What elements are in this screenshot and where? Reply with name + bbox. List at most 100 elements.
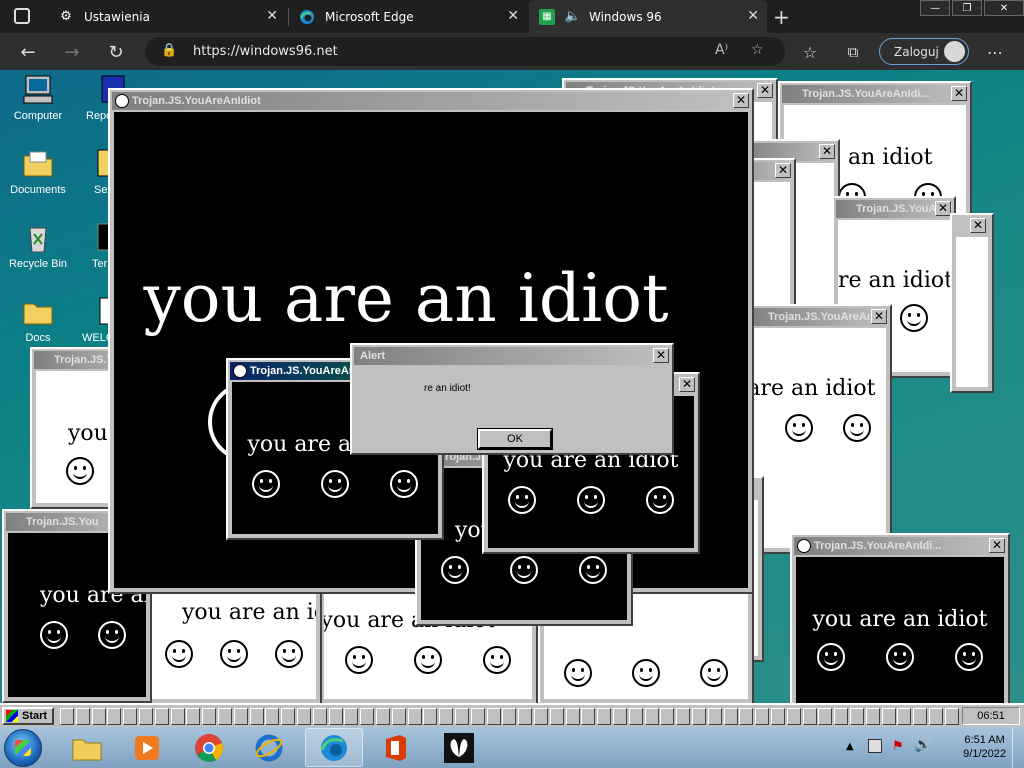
- popup-window[interactable]: ✕: [950, 213, 994, 393]
- close-button[interactable]: ✕: [970, 218, 986, 233]
- taskbar-window-button[interactable]: [739, 708, 754, 725]
- taskbar-window-button[interactable]: [154, 708, 169, 725]
- volume-icon[interactable]: 🔊: [914, 737, 931, 753]
- taskbar-edge[interactable]: [305, 728, 363, 767]
- taskbar-window-button[interactable]: [107, 708, 122, 725]
- taskbar-window-button[interactable]: [486, 708, 501, 725]
- taskbar-window-button[interactable]: [676, 708, 691, 725]
- taskbar-window-button[interactable]: [723, 708, 738, 725]
- taskbar-window-button[interactable]: [439, 708, 454, 725]
- taskbar-window-button[interactable]: [423, 708, 438, 725]
- taskbar-window-button[interactable]: [850, 708, 864, 725]
- speaker-icon[interactable]: 🔈: [565, 9, 581, 25]
- desktop-icon-docs[interactable]: Docs: [2, 296, 74, 344]
- close-icon[interactable]: ✕: [507, 8, 519, 24]
- taskbar-window-button[interactable]: [91, 708, 106, 725]
- popup-window[interactable]: Trojan.JS.YouAreAnIdi... ✕ you are an id…: [744, 304, 892, 554]
- taskbar-media-player[interactable]: [118, 728, 176, 767]
- network-icon[interactable]: [868, 739, 882, 753]
- minimize-button[interactable]: —: [920, 0, 950, 16]
- taskbar-window-button[interactable]: [755, 708, 770, 725]
- taskbar-window-button[interactable]: [233, 708, 248, 725]
- close-button[interactable]: ✕: [733, 93, 749, 108]
- taskbar-window-button[interactable]: [312, 708, 327, 725]
- taskbar-window-button[interactable]: [249, 708, 264, 725]
- signin-button[interactable]: Zaloguj: [879, 38, 969, 65]
- tab-actions-icon[interactable]: [14, 8, 30, 24]
- taskbar-window-button[interactable]: [139, 708, 153, 725]
- refresh-button[interactable]: ↻: [104, 40, 128, 64]
- alert-dialog[interactable]: Alert ✕ re an idiot! OK: [350, 343, 674, 455]
- tab-ustawienia[interactable]: ⚙ Ustawienia ✕: [48, 0, 286, 33]
- taskbar-window-button[interactable]: [265, 708, 280, 725]
- close-button[interactable]: ✕: [951, 86, 967, 101]
- close-icon[interactable]: ✕: [747, 8, 759, 24]
- taskbar-window-button[interactable]: [281, 708, 296, 725]
- taskbar-window-button[interactable]: [186, 708, 201, 725]
- taskbar-window-button[interactable]: [218, 708, 232, 725]
- taskbar-window-button[interactable]: [660, 708, 675, 725]
- taskbar-window-button[interactable]: [549, 708, 564, 725]
- taskbar-app[interactable]: [430, 728, 488, 767]
- close-icon[interactable]: ✕: [266, 8, 278, 24]
- taskbar-window-button[interactable]: [502, 708, 517, 725]
- taskbar-window-button[interactable]: [123, 708, 138, 725]
- taskbar-window-button[interactable]: [628, 708, 643, 725]
- taskbar-internet-explorer[interactable]: [240, 728, 298, 767]
- taskbar-explorer[interactable]: [58, 728, 116, 767]
- taskbar-window-button[interactable]: [865, 708, 880, 725]
- back-button[interactable]: ←: [16, 40, 40, 64]
- taskbar-window-button[interactable]: [565, 708, 580, 725]
- close-button[interactable]: ✕: [653, 348, 669, 363]
- close-button[interactable]: ✕: [989, 538, 1005, 553]
- flag-icon[interactable]: ⚑: [892, 739, 904, 754]
- read-aloud-icon[interactable]: A⁾: [715, 42, 728, 58]
- collections-icon[interactable]: ⧉: [841, 40, 865, 64]
- taskbar-chrome[interactable]: [180, 728, 238, 767]
- show-hidden-icons[interactable]: ▲: [846, 741, 854, 752]
- taskbar-window-button[interactable]: [344, 708, 359, 725]
- taskbar-window-button[interactable]: [786, 708, 801, 725]
- taskbar-window-button[interactable]: [75, 708, 90, 725]
- taskbar-window-button[interactable]: [613, 708, 627, 725]
- taskbar-window-button[interactable]: [581, 708, 596, 725]
- close-button[interactable]: ✕: [679, 377, 695, 392]
- ok-button[interactable]: OK: [477, 428, 553, 450]
- desktop-icon-computer[interactable]: Computer: [2, 74, 74, 122]
- taskbar-window-button[interactable]: [913, 708, 928, 725]
- taskbar-window-button[interactable]: [376, 708, 390, 725]
- taskbar-window-button[interactable]: [597, 708, 612, 725]
- taskbar-window-button[interactable]: [391, 708, 406, 725]
- desktop-icon-recycle-bin[interactable]: Recycle Bin: [2, 222, 74, 270]
- desktop-icon-documents[interactable]: Documents: [2, 148, 74, 196]
- tab-windows-96[interactable]: ▦ 🔈 Windows 96 ✕: [529, 0, 767, 33]
- taskbar-window-button[interactable]: [929, 708, 943, 725]
- start-button[interactable]: Start: [2, 707, 54, 725]
- taskbar-office[interactable]: [367, 728, 425, 767]
- forward-button[interactable]: →: [60, 40, 84, 64]
- taskbar-window-button[interactable]: [707, 708, 722, 725]
- close-button[interactable]: ✕: [757, 83, 773, 98]
- more-menu-icon[interactable]: ⋯: [983, 40, 1007, 64]
- taskbar-window-button[interactable]: [834, 708, 849, 725]
- close-button[interactable]: ✕: [935, 201, 951, 216]
- taskbar-window-button[interactable]: [407, 708, 422, 725]
- tab-microsoft-edge[interactable]: Microsoft Edge ✕: [289, 0, 527, 33]
- taskbar-window-button[interactable]: [534, 708, 548, 725]
- taskbar-window-button[interactable]: [692, 708, 706, 725]
- taskbar-window-button[interactable]: [328, 708, 343, 725]
- taskbar-window-button[interactable]: [897, 708, 912, 725]
- close-button[interactable]: ✕: [775, 163, 791, 178]
- system-clock[interactable]: 6:51 AM 9/1/2022: [963, 733, 1006, 761]
- taskbar-window-button[interactable]: [881, 708, 896, 725]
- address-bar[interactable]: 🔒 https://windows96.net A⁾ ☆: [145, 37, 785, 66]
- favorites-icon[interactable]: ☆: [798, 40, 822, 64]
- taskbar-window-button[interactable]: [944, 708, 959, 725]
- close-button[interactable]: ✕: [871, 309, 887, 324]
- popup-window[interactable]: Trojan.JS.YouAreAnIdi... ✕ you are an id…: [790, 533, 1010, 703]
- close-window-button[interactable]: ✕: [984, 0, 1024, 16]
- show-desktop-button[interactable]: [1012, 727, 1024, 768]
- taskbar-window-button[interactable]: [818, 708, 833, 725]
- taskbar-window-button[interactable]: [802, 708, 817, 725]
- start-orb[interactable]: [4, 729, 42, 767]
